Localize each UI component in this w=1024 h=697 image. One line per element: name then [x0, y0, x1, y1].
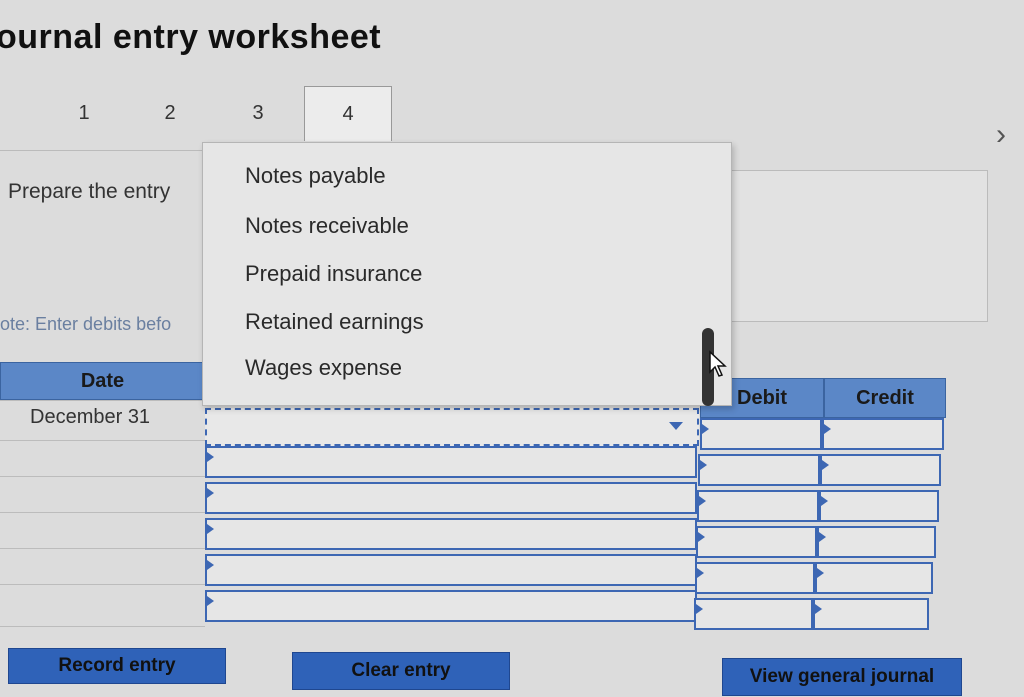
row-divider	[0, 626, 205, 627]
row-marker-icon	[696, 604, 703, 614]
row-marker-icon	[699, 496, 706, 506]
mouse-cursor-icon	[709, 350, 727, 377]
credit-input[interactable]	[820, 454, 941, 486]
tab-4[interactable]: 4	[304, 86, 392, 141]
row-marker-icon	[822, 460, 829, 470]
dropdown-option[interactable]: Prepaid insurance	[245, 261, 422, 287]
row-marker-icon	[817, 568, 824, 578]
row-divider	[0, 512, 205, 513]
debit-input[interactable]	[697, 490, 819, 522]
chevron-right-icon[interactable]: ›	[996, 118, 1006, 152]
credit-input[interactable]	[817, 526, 936, 558]
row-divider	[0, 440, 205, 441]
row-marker-icon	[824, 424, 831, 434]
debit-input[interactable]	[700, 418, 822, 450]
row-marker-icon	[821, 496, 828, 506]
row-marker-icon	[207, 524, 214, 534]
row-divider	[0, 476, 205, 477]
row-marker-icon	[207, 560, 214, 570]
credit-input[interactable]	[819, 490, 939, 522]
row-marker-icon	[815, 604, 822, 614]
credit-input[interactable]	[815, 562, 933, 594]
debit-input[interactable]	[698, 454, 820, 486]
credit-input[interactable]	[813, 598, 929, 630]
account-input[interactable]	[205, 590, 697, 622]
account-input[interactable]	[205, 446, 697, 478]
row-marker-icon	[207, 596, 214, 606]
tab-1[interactable]: 1	[44, 86, 124, 140]
credit-input[interactable]	[822, 418, 944, 450]
tab-bar: 1 2 3 4	[0, 86, 1024, 144]
dropdown-option[interactable]: Retained earnings	[245, 309, 424, 335]
row-divider	[0, 584, 205, 585]
account-select[interactable]	[205, 408, 699, 446]
row-divider	[0, 548, 205, 549]
account-input[interactable]	[205, 554, 697, 586]
row-marker-icon	[700, 460, 707, 470]
debit-input[interactable]	[694, 598, 813, 630]
debit-input[interactable]	[696, 526, 817, 558]
row-marker-icon	[207, 488, 214, 498]
record-entry-button[interactable]: Record entry	[8, 648, 226, 684]
account-input[interactable]	[205, 518, 697, 550]
dropdown-option[interactable]: Notes receivable	[245, 213, 409, 239]
row-marker-icon	[698, 532, 705, 542]
row-marker-icon	[697, 568, 704, 578]
row-divider	[0, 400, 205, 401]
credit-column-header: Credit	[824, 378, 946, 418]
view-general-journal-button[interactable]: View general journal	[722, 658, 962, 696]
row-marker-icon	[702, 424, 709, 434]
info-panel	[728, 170, 988, 322]
tab-3[interactable]: 3	[218, 86, 298, 140]
instruction-panel	[0, 150, 208, 301]
note-text: lote: Enter debits befo	[0, 314, 172, 334]
row-marker-icon	[819, 532, 826, 542]
account-dropdown-list: Notes payable Notes receivable Prepaid i…	[202, 142, 732, 406]
dropdown-option[interactable]: Notes payable	[245, 163, 386, 189]
account-input[interactable]	[205, 482, 697, 514]
date-column-header: Date	[0, 362, 205, 400]
instruction-text: Prepare the entry	[8, 180, 171, 203]
debit-input[interactable]	[695, 562, 815, 594]
date-cell: December 31	[30, 406, 151, 428]
page-title: ournal entry worksheet	[0, 18, 382, 56]
tab-2[interactable]: 2	[130, 86, 210, 140]
dropdown-option[interactable]: Wages expense	[245, 355, 402, 381]
clear-entry-button[interactable]: Clear entry	[292, 652, 510, 690]
row-marker-icon	[207, 452, 214, 462]
chevron-down-icon[interactable]	[669, 422, 683, 430]
